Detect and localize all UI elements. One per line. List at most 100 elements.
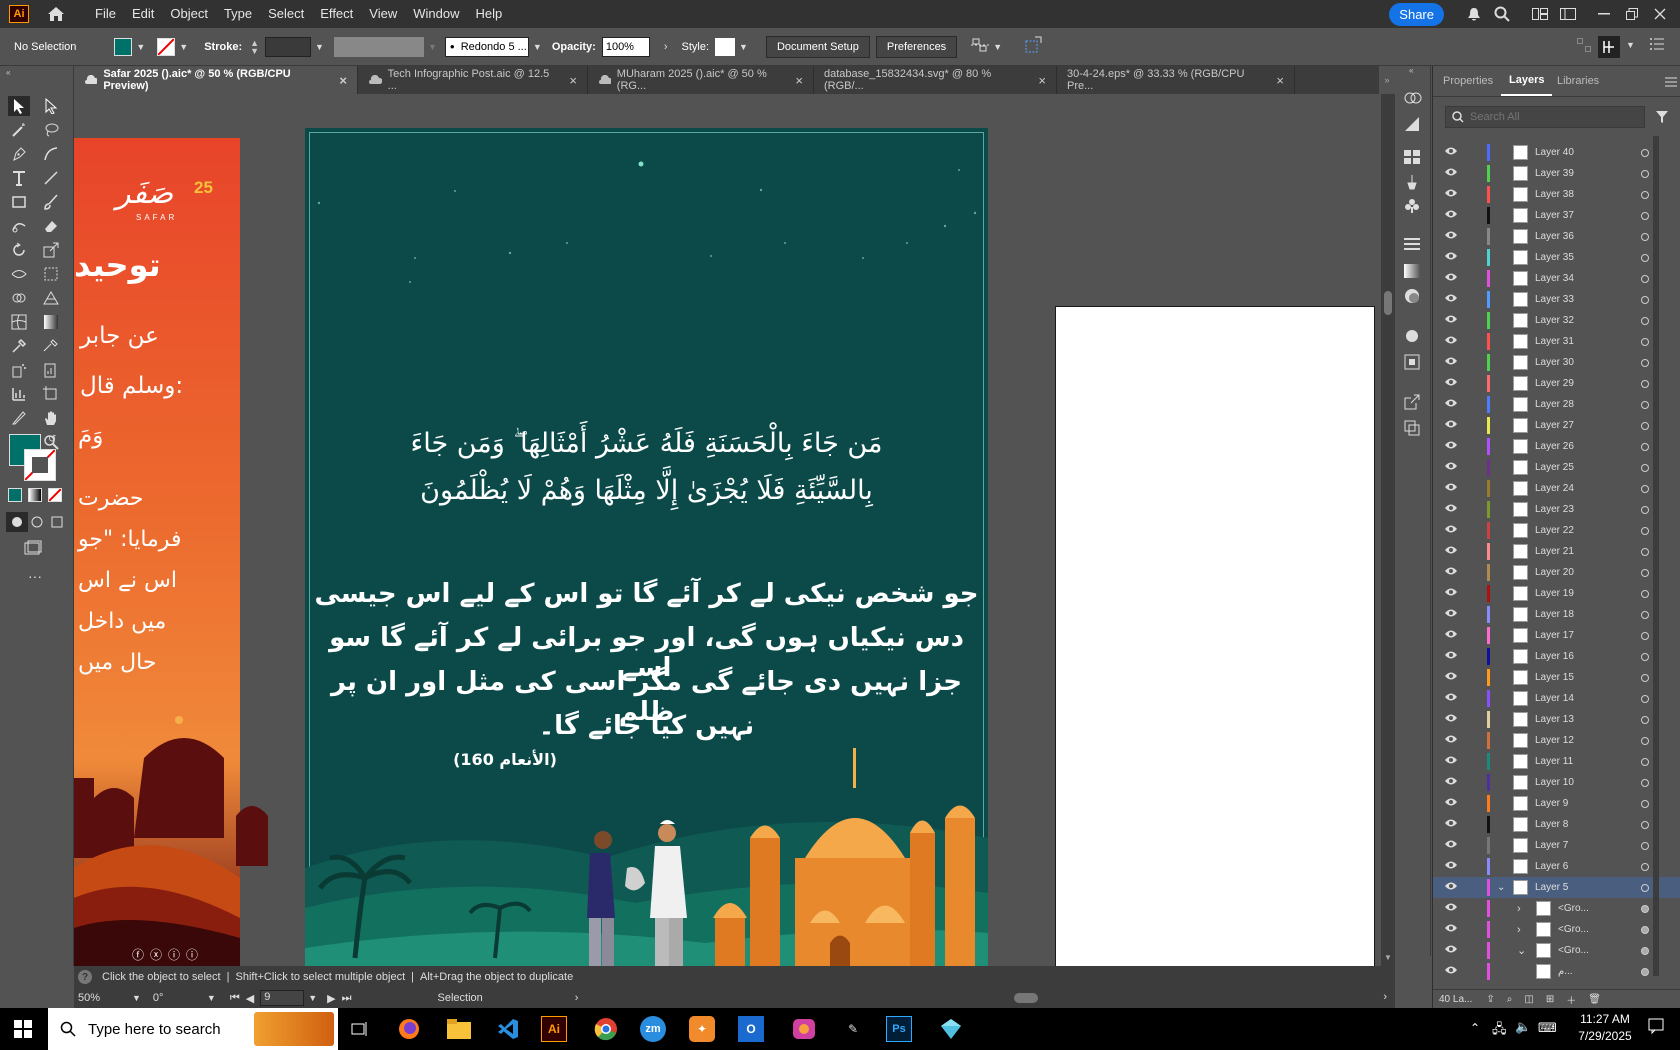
visibility-eye-icon[interactable]	[1444, 797, 1458, 810]
layer-name[interactable]: Layer 24	[1535, 483, 1574, 494]
visibility-eye-icon[interactable]	[1444, 482, 1458, 495]
new-sublayer-icon[interactable]: ⊞	[1546, 994, 1554, 1005]
shaper-tool-icon[interactable]	[8, 216, 30, 236]
layer-name[interactable]: Layer 8	[1535, 819, 1568, 830]
layer-row[interactable]: Layer 28	[1433, 394, 1680, 415]
layer-row[interactable]: Layer 17	[1433, 625, 1680, 646]
photos-icon[interactable]	[788, 1013, 820, 1045]
layer-row[interactable]: Layer 36	[1433, 226, 1680, 247]
target-circle-icon[interactable]	[1641, 295, 1649, 304]
workspace-icon[interactable]	[1554, 8, 1582, 20]
layer-name[interactable]: Layer 30	[1535, 357, 1574, 368]
close-tab-icon[interactable]: ×	[339, 73, 347, 88]
stroke-color-box[interactable]	[24, 449, 56, 481]
edit-toolbar-icon[interactable]: ···	[24, 566, 46, 586]
visibility-eye-icon[interactable]	[1444, 146, 1458, 159]
arrange-icon[interactable]	[1577, 38, 1591, 55]
visibility-eye-icon[interactable]	[1444, 230, 1458, 243]
layer-row[interactable]: Layer 27	[1433, 415, 1680, 436]
target-circle-icon[interactable]	[1641, 652, 1649, 661]
layer-row[interactable]: Layer 26	[1433, 436, 1680, 457]
panel-menu-icon[interactable]	[1665, 76, 1677, 90]
tab-tech-infographic[interactable]: Tech Infographic Post.aic @ 12.5 ... ×	[358, 66, 588, 94]
target-circle-icon[interactable]	[1641, 568, 1649, 577]
layer-name[interactable]: م...	[1558, 966, 1573, 977]
eraser-tool-icon[interactable]	[40, 216, 62, 236]
layer-row[interactable]: ⌄ <Gro...	[1433, 940, 1680, 961]
tab-30-4-24-eps[interactable]: 30-4-24.eps* @ 33.33 % (RGB/CPU Pre... ×	[1057, 66, 1295, 94]
vscode-icon[interactable]	[492, 1013, 524, 1045]
visibility-eye-icon[interactable]	[1444, 167, 1458, 180]
layer-row[interactable]: Layer 34	[1433, 268, 1680, 289]
swatches-icon[interactable]	[1404, 150, 1420, 167]
layers-search[interactable]	[1445, 106, 1645, 128]
task-view-icon[interactable]	[344, 1013, 376, 1045]
none-mode-icon[interactable]	[48, 488, 62, 502]
close-tab-icon[interactable]: ×	[1038, 73, 1046, 88]
system-tray-chevron-icon[interactable]: ⌃	[1470, 1021, 1480, 1035]
visibility-eye-icon[interactable]	[1444, 713, 1458, 726]
target-circle-icon[interactable]	[1641, 505, 1649, 514]
close-window-icon[interactable]	[1646, 8, 1674, 20]
zoom-level[interactable]: 50%	[78, 992, 128, 1004]
layer-name[interactable]: Layer 7	[1535, 840, 1568, 851]
layer-row[interactable]: Layer 20	[1433, 562, 1680, 583]
rotation-value[interactable]: 0°	[153, 992, 203, 1004]
horizontal-scroll-thumb[interactable]	[1014, 993, 1038, 1003]
delete-layer-icon[interactable]: 🗑	[1588, 994, 1601, 1005]
visibility-eye-icon[interactable]	[1444, 965, 1458, 978]
target-circle-icon[interactable]	[1641, 379, 1649, 388]
new-layer-icon[interactable]: ＋	[1566, 992, 1576, 1007]
layer-name[interactable]: Layer 35	[1535, 252, 1574, 263]
scroll-down-icon[interactable]: ▼	[1384, 953, 1392, 962]
selection-tool-icon[interactable]	[8, 96, 30, 116]
visibility-eye-icon[interactable]	[1444, 566, 1458, 579]
rectangle-tool-icon[interactable]	[8, 192, 30, 212]
visibility-eye-icon[interactable]	[1444, 461, 1458, 474]
brush-definition[interactable]: ● Redondo 5 ...	[444, 36, 529, 57]
layer-row[interactable]: Layer 38	[1433, 184, 1680, 205]
expand-panels-icon[interactable]: «	[1409, 66, 1413, 75]
artboard-dropdown-icon[interactable]: ▼	[308, 993, 317, 1003]
magic-wand-tool-icon[interactable]	[8, 120, 30, 140]
target-circle-icon[interactable]	[1641, 925, 1649, 934]
expand-group-icon[interactable]: ›	[1517, 924, 1521, 936]
xampp-icon[interactable]: ✦	[689, 1016, 715, 1042]
gem-app-icon[interactable]	[935, 1013, 967, 1045]
target-circle-icon[interactable]	[1641, 211, 1649, 220]
control-menu-icon[interactable]	[1650, 38, 1664, 53]
visibility-eye-icon[interactable]	[1444, 188, 1458, 201]
layer-name[interactable]: <Gro...	[1558, 924, 1589, 935]
layer-row[interactable]: Layer 23	[1433, 499, 1680, 520]
clock[interactable]: 11:27 AM 7/29/2025	[1568, 1012, 1642, 1043]
layer-name[interactable]: Layer 25	[1535, 462, 1574, 473]
target-circle-icon[interactable]	[1641, 631, 1649, 640]
visibility-eye-icon[interactable]	[1444, 398, 1458, 411]
bell-icon[interactable]	[1460, 7, 1488, 22]
fill-dropdown-icon[interactable]: ▼	[136, 42, 145, 52]
brushes-icon[interactable]	[1404, 174, 1420, 193]
first-artboard-icon[interactable]: ⏮	[230, 992, 240, 1005]
visibility-eye-icon[interactable]	[1444, 629, 1458, 642]
stroke-swatch[interactable]	[157, 37, 176, 56]
visibility-eye-icon[interactable]	[1444, 944, 1458, 957]
speaker-icon[interactable]: 🔈	[1515, 1019, 1531, 1035]
close-tab-icon[interactable]: ×	[795, 73, 803, 88]
color-mode-icon[interactable]	[8, 488, 22, 502]
stroke-weight-input[interactable]	[265, 36, 312, 57]
visibility-eye-icon[interactable]	[1444, 881, 1458, 894]
layers-scrollbar[interactable]	[1653, 136, 1659, 976]
layer-row[interactable]: Layer 25	[1433, 457, 1680, 478]
target-circle-icon[interactable]	[1641, 442, 1649, 451]
screen-mode-icon[interactable]	[22, 538, 44, 558]
layer-row[interactable]: Layer 6	[1433, 856, 1680, 877]
target-circle-icon[interactable]	[1641, 736, 1649, 745]
visibility-eye-icon[interactable]	[1444, 251, 1458, 264]
layer-row[interactable]: Layer 19	[1433, 583, 1680, 604]
previous-artboard-icon[interactable]: ◀	[246, 992, 254, 1005]
home-icon[interactable]	[47, 6, 69, 22]
layer-name[interactable]: Layer 38	[1535, 189, 1574, 200]
target-circle-icon[interactable]	[1641, 232, 1649, 241]
target-circle-icon[interactable]	[1641, 967, 1649, 976]
target-circle-icon[interactable]	[1641, 400, 1649, 409]
